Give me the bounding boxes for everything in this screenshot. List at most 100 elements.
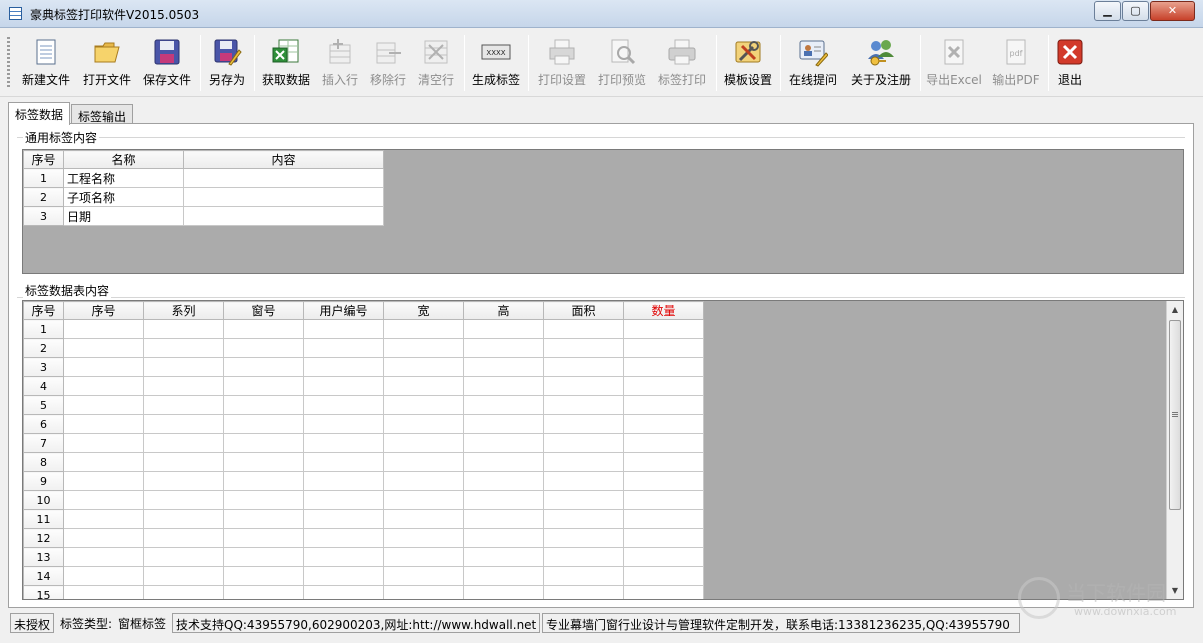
data-cell[interactable] <box>623 433 704 453</box>
data-cell[interactable] <box>223 585 304 599</box>
data-cell[interactable] <box>303 376 384 396</box>
data-cell[interactable] <box>543 509 624 529</box>
data-cell[interactable] <box>383 338 464 358</box>
data-cell[interactable] <box>303 319 384 339</box>
data-cell[interactable] <box>143 433 224 453</box>
data-cell[interactable] <box>63 566 144 586</box>
maximize-button[interactable]: ▢ <box>1122 1 1149 21</box>
data-cell[interactable] <box>543 452 624 472</box>
data-cell[interactable] <box>63 585 144 599</box>
data-cell[interactable] <box>223 357 304 377</box>
data-cell[interactable] <box>143 319 224 339</box>
tab-label-output[interactable]: 标签输出 <box>71 104 134 124</box>
row-index[interactable]: 5 <box>23 395 64 415</box>
data-cell[interactable] <box>623 414 704 434</box>
column-header[interactable]: 窗号 <box>223 301 304 320</box>
data-cell[interactable] <box>383 319 464 339</box>
data-cell[interactable] <box>303 395 384 415</box>
data-cell[interactable] <box>143 528 224 548</box>
data-cell[interactable] <box>383 509 464 529</box>
data-cell[interactable] <box>223 338 304 358</box>
data-cell[interactable] <box>463 433 544 453</box>
data-cell[interactable] <box>223 528 304 548</box>
content-cell[interactable] <box>183 187 384 207</box>
data-cell[interactable] <box>623 528 704 548</box>
name-cell[interactable]: 日期 <box>63 206 184 226</box>
row-index[interactable]: 4 <box>23 376 64 396</box>
data-cell[interactable] <box>303 452 384 472</box>
column-header[interactable]: 宽 <box>383 301 464 320</box>
data-cell[interactable] <box>623 395 704 415</box>
data-cell[interactable] <box>543 414 624 434</box>
data-cell[interactable] <box>623 547 704 567</box>
data-cell[interactable] <box>463 319 544 339</box>
data-cell[interactable] <box>383 471 464 491</box>
data-cell[interactable] <box>63 319 144 339</box>
data-cell[interactable] <box>383 528 464 548</box>
name-cell[interactable]: 工程名称 <box>63 168 184 188</box>
data-cell[interactable] <box>623 490 704 510</box>
row-index[interactable]: 15 <box>23 585 64 599</box>
data-cell[interactable] <box>383 452 464 472</box>
print-preview-button[interactable]: 打印预览 <box>594 33 650 93</box>
data-cell[interactable] <box>543 547 624 567</box>
data-cell[interactable] <box>543 490 624 510</box>
data-cell[interactable] <box>303 338 384 358</box>
data-cell[interactable] <box>383 433 464 453</box>
data-cell[interactable] <box>223 376 304 396</box>
data-cell[interactable] <box>623 471 704 491</box>
data-cell[interactable] <box>463 452 544 472</box>
row-index[interactable]: 1 <box>23 168 64 188</box>
data-cell[interactable] <box>223 414 304 434</box>
data-cell[interactable] <box>623 566 704 586</box>
data-cell[interactable] <box>63 433 144 453</box>
data-cell[interactable] <box>383 585 464 599</box>
data-cell[interactable] <box>543 528 624 548</box>
column-header[interactable]: 序号 <box>63 301 144 320</box>
remove-row-button[interactable]: 移除行 <box>366 33 410 93</box>
data-cell[interactable] <box>143 490 224 510</box>
toolbar-grip[interactable] <box>7 37 10 89</box>
scroll-up-arrow-icon[interactable]: ▲ <box>1167 301 1183 318</box>
data-cell[interactable] <box>543 319 624 339</box>
data-cell[interactable] <box>303 509 384 529</box>
row-index[interactable]: 3 <box>23 357 64 377</box>
column-header[interactable]: 面积 <box>543 301 624 320</box>
data-cell[interactable] <box>223 471 304 491</box>
vertical-scrollbar[interactable]: ▲ ▼ <box>1166 301 1183 599</box>
data-cell[interactable] <box>463 395 544 415</box>
row-index[interactable]: 10 <box>23 490 64 510</box>
row-index[interactable]: 9 <box>23 471 64 491</box>
data-cell[interactable] <box>303 566 384 586</box>
data-cell[interactable] <box>623 319 704 339</box>
name-cell[interactable]: 子项名称 <box>63 187 184 207</box>
data-cell[interactable] <box>623 338 704 358</box>
insert-row-button[interactable]: 插入行 <box>318 33 362 93</box>
data-cell[interactable] <box>463 357 544 377</box>
data-cell[interactable] <box>223 490 304 510</box>
save-file-button[interactable]: 保存文件 <box>138 33 196 93</box>
data-cell[interactable] <box>143 395 224 415</box>
data-cell[interactable] <box>543 471 624 491</box>
data-cell[interactable] <box>303 433 384 453</box>
data-cell[interactable] <box>463 585 544 599</box>
data-cell[interactable] <box>623 452 704 472</box>
data-cell[interactable] <box>63 414 144 434</box>
data-cell[interactable] <box>223 433 304 453</box>
online-question-button[interactable]: 在线提问 <box>784 33 842 93</box>
data-cell[interactable] <box>383 357 464 377</box>
column-header[interactable]: 数量 <box>623 301 704 320</box>
data-cell[interactable] <box>623 509 704 529</box>
save-as-button[interactable]: 另存为 <box>204 33 250 93</box>
data-cell[interactable] <box>223 452 304 472</box>
data-cell[interactable] <box>143 452 224 472</box>
data-cell[interactable] <box>383 566 464 586</box>
data-cell[interactable] <box>303 471 384 491</box>
data-cell[interactable] <box>383 395 464 415</box>
data-cell[interactable] <box>303 414 384 434</box>
data-cell[interactable] <box>143 414 224 434</box>
open-file-button[interactable]: 打开文件 <box>78 33 136 93</box>
data-cell[interactable] <box>143 547 224 567</box>
data-cell[interactable] <box>463 471 544 491</box>
export-pdf-button[interactable]: pdf 输出PDF <box>988 33 1044 93</box>
